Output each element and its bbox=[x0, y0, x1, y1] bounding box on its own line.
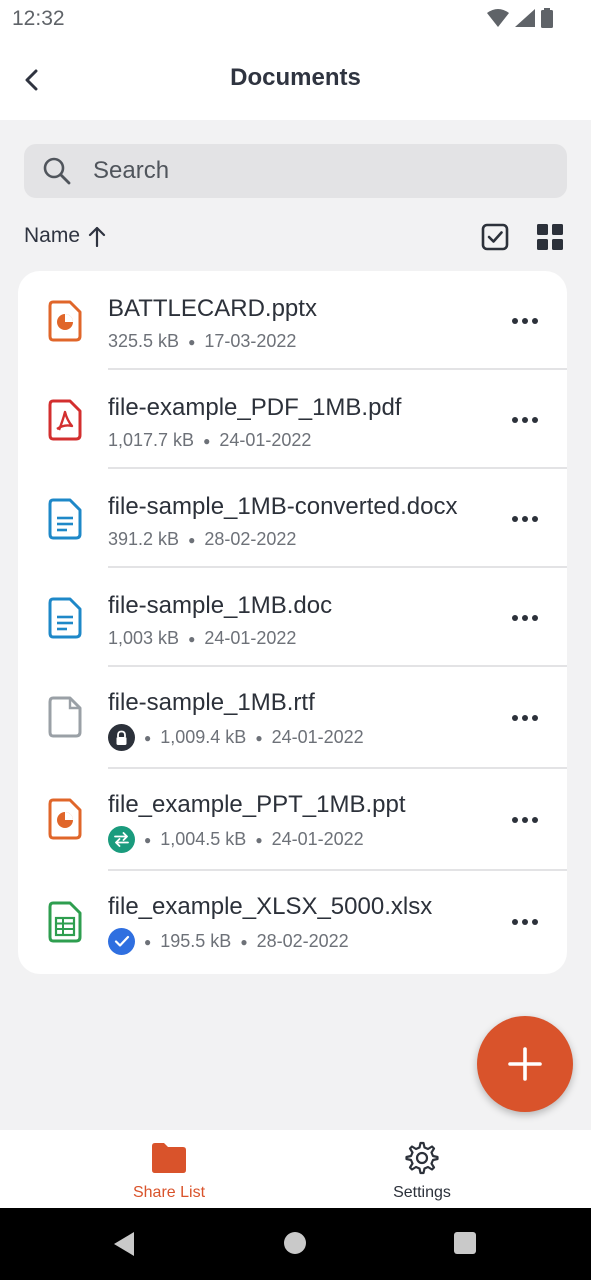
file-size: 1,009.4 kB bbox=[160, 727, 247, 747]
system-back-icon[interactable] bbox=[112, 1231, 136, 1257]
grid-view-button[interactable] bbox=[535, 222, 565, 252]
search-icon bbox=[43, 157, 71, 185]
sort-row: Name bbox=[24, 216, 567, 258]
grid-view-icon bbox=[537, 224, 563, 250]
file-name: file-sample_1MB-converted.docx bbox=[108, 493, 458, 520]
file-row[interactable]: file_example_PPT_1MB.ppt ● 1,004.5 kB ● … bbox=[18, 769, 567, 871]
nav-settings-label: Settings bbox=[393, 1184, 451, 1201]
file-size: 195.5 kB bbox=[160, 931, 232, 951]
cell-signal-icon bbox=[515, 9, 535, 27]
search-bar[interactable] bbox=[24, 144, 567, 198]
file-row[interactable]: file-sample_1MB-converted.docx 391.2 kB … bbox=[18, 469, 567, 568]
spreadsheet-file-icon bbox=[48, 901, 82, 943]
more-options-button[interactable] bbox=[508, 703, 542, 733]
status-time: 12:32 bbox=[12, 7, 65, 30]
file-name: file_example_PPT_1MB.ppt bbox=[108, 791, 406, 818]
file-list: BATTLECARD.pptx 325.5 kB ● 17-03-2022 fi… bbox=[18, 271, 567, 974]
bottom-navigation: Share List Settings bbox=[0, 1130, 591, 1208]
document-file-icon bbox=[48, 498, 82, 540]
gear-icon bbox=[405, 1141, 439, 1175]
app-bar: Documents bbox=[0, 40, 591, 120]
file-meta: 325.5 kB ● 17-03-2022 bbox=[108, 331, 296, 352]
file-row[interactable]: file-sample_1MB.rtf ● 1,009.4 kB ● 24-01… bbox=[18, 667, 567, 769]
battery-icon bbox=[541, 8, 553, 28]
separator-dot: ● bbox=[144, 730, 152, 745]
separator-dot: ● bbox=[203, 433, 211, 448]
status-bar: 12:32 bbox=[0, 0, 591, 40]
file-date: 17-03-2022 bbox=[204, 331, 297, 351]
nav-share-list-label: Share List bbox=[132, 1184, 206, 1201]
sort-label: Name bbox=[24, 224, 81, 247]
file-meta: ● 1,009.4 kB ● 24-01-2022 bbox=[108, 724, 364, 751]
separator-dot: ● bbox=[188, 334, 196, 349]
presentation-file-icon bbox=[48, 798, 82, 840]
separator-dot: ● bbox=[255, 730, 263, 745]
folder-icon bbox=[152, 1143, 186, 1173]
presentation-file-icon bbox=[48, 300, 82, 342]
select-mode-button[interactable] bbox=[480, 222, 510, 252]
file-date: 28-02-2022 bbox=[256, 931, 349, 951]
add-file-button[interactable] bbox=[477, 1016, 573, 1112]
more-options-button[interactable] bbox=[508, 603, 542, 633]
search-input[interactable] bbox=[93, 157, 513, 185]
file-row[interactable]: file-sample_1MB.doc 1,003 kB ● 24-01-202… bbox=[18, 568, 567, 667]
file-row[interactable]: BATTLECARD.pptx 325.5 kB ● 17-03-2022 bbox=[18, 271, 567, 370]
pdf-file-icon bbox=[48, 399, 82, 441]
more-options-button[interactable] bbox=[508, 907, 542, 937]
separator-dot: ● bbox=[188, 532, 196, 547]
file-date: 24-01-2022 bbox=[271, 829, 364, 849]
file-date: 24-01-2022 bbox=[204, 628, 297, 648]
page-title: Documents bbox=[230, 64, 361, 91]
checkbox-icon bbox=[481, 223, 509, 251]
file-row[interactable]: file-example_PDF_1MB.pdf 1,017.7 kB ● 24… bbox=[18, 370, 567, 469]
wifi-icon bbox=[487, 9, 509, 27]
nav-settings[interactable]: Settings bbox=[322, 1140, 522, 1204]
sort-by-name-button[interactable]: Name bbox=[24, 224, 106, 248]
file-meta: 1,017.7 kB ● 24-01-2022 bbox=[108, 430, 311, 451]
file-meta: ● 1,004.5 kB ● 24-01-2022 bbox=[108, 826, 364, 853]
sort-ascending-icon bbox=[88, 225, 106, 247]
more-options-button[interactable] bbox=[508, 405, 542, 435]
more-options-button[interactable] bbox=[508, 805, 542, 835]
file-meta: ● 195.5 kB ● 28-02-2022 bbox=[108, 928, 349, 955]
file-date: 28-02-2022 bbox=[204, 529, 297, 549]
file-size: 325.5 kB bbox=[108, 331, 180, 351]
file-name: file-sample_1MB.doc bbox=[108, 592, 333, 619]
file-name: file-sample_1MB.rtf bbox=[108, 689, 315, 716]
file-name: BATTLECARD.pptx bbox=[108, 295, 317, 322]
documents-screen: 12:32 Documents Name bbox=[0, 0, 591, 1280]
sync-badge-icon bbox=[108, 826, 135, 853]
file-date: 24-01-2022 bbox=[219, 430, 312, 450]
check-badge-icon bbox=[108, 928, 135, 955]
file-row[interactable]: file_example_XLSX_5000.xlsx ● 195.5 kB ●… bbox=[18, 871, 567, 974]
file-meta: 1,003 kB ● 24-01-2022 bbox=[108, 628, 296, 649]
separator-dot: ● bbox=[188, 631, 196, 646]
more-options-button[interactable] bbox=[508, 504, 542, 534]
file-size: 1,004.5 kB bbox=[160, 829, 247, 849]
plus-icon bbox=[508, 1047, 542, 1081]
system-recents-icon[interactable] bbox=[454, 1232, 476, 1254]
more-options-button[interactable] bbox=[508, 306, 542, 336]
document-file-icon bbox=[48, 597, 82, 639]
separator-dot: ● bbox=[144, 832, 152, 847]
separator-dot: ● bbox=[255, 832, 263, 847]
file-name: file_example_XLSX_5000.xlsx bbox=[108, 893, 433, 920]
nav-share-list[interactable]: Share List bbox=[69, 1140, 269, 1204]
separator-dot: ● bbox=[240, 934, 248, 949]
status-icons bbox=[487, 7, 553, 29]
file-size: 391.2 kB bbox=[108, 529, 180, 549]
generic-file-icon bbox=[48, 696, 82, 738]
system-navigation-bar bbox=[0, 1208, 591, 1280]
file-name: file-example_PDF_1MB.pdf bbox=[108, 394, 402, 421]
file-size: 1,003 kB bbox=[108, 628, 180, 648]
file-size: 1,017.7 kB bbox=[108, 430, 195, 450]
file-date: 24-01-2022 bbox=[271, 727, 364, 747]
system-home-icon[interactable] bbox=[284, 1232, 306, 1254]
separator-dot: ● bbox=[144, 934, 152, 949]
lock-badge-icon bbox=[108, 724, 135, 751]
file-meta: 391.2 kB ● 28-02-2022 bbox=[108, 529, 296, 550]
